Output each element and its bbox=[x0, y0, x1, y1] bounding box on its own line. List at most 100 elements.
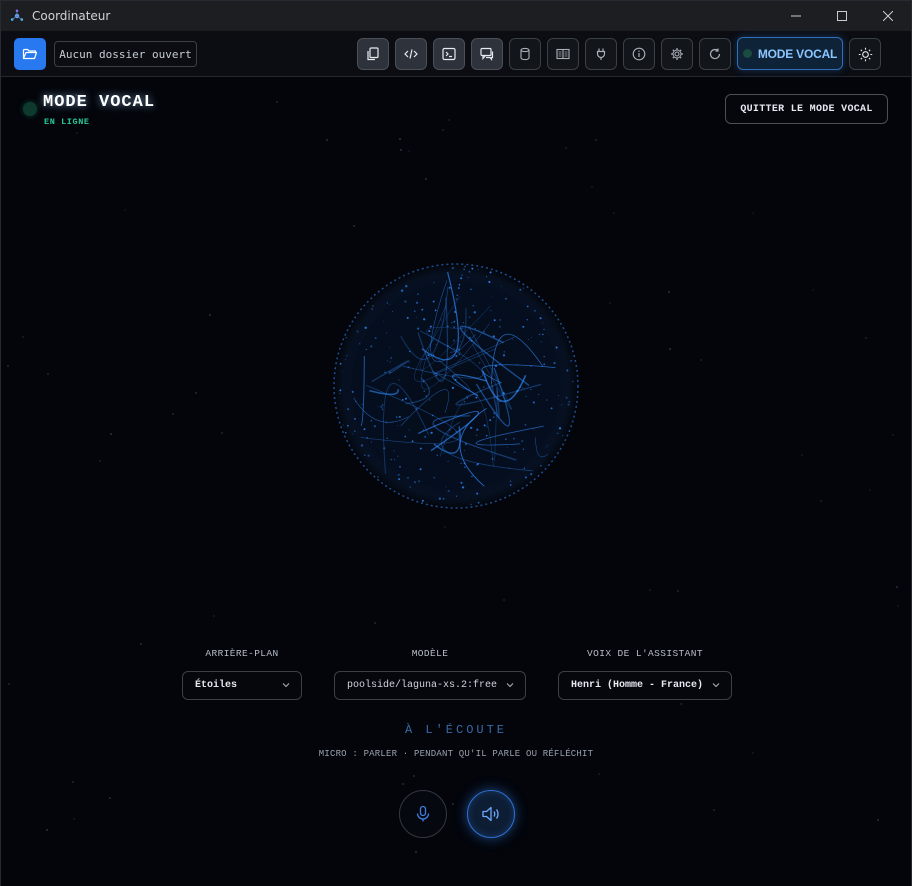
orb-particle bbox=[406, 316, 409, 319]
star bbox=[503, 599, 505, 601]
orb-particle bbox=[475, 434, 478, 437]
orb-particle bbox=[351, 433, 353, 435]
orb-particle bbox=[386, 332, 388, 334]
orb-particle bbox=[566, 369, 569, 372]
orb-particle bbox=[567, 403, 570, 406]
orb-particle bbox=[421, 308, 424, 311]
orb-particle bbox=[345, 337, 347, 339]
close-button[interactable] bbox=[865, 1, 911, 31]
book-icon bbox=[556, 48, 570, 60]
orb-particle bbox=[530, 337, 532, 339]
orb-particle bbox=[366, 437, 369, 439]
orb-particle bbox=[568, 401, 570, 403]
orb-particle bbox=[429, 325, 432, 328]
chat-button[interactable] bbox=[471, 38, 503, 70]
orb-particle bbox=[521, 440, 524, 443]
orb-particle bbox=[435, 374, 438, 377]
orb-particle bbox=[344, 431, 347, 434]
orb-particle bbox=[516, 364, 518, 366]
mode-vocal-toggle-button[interactable]: MODE VOCAL bbox=[737, 37, 843, 70]
orb-particle bbox=[454, 378, 457, 381]
orb-particle bbox=[522, 387, 524, 389]
orb-particle bbox=[470, 288, 472, 291]
orb-particle bbox=[345, 358, 346, 360]
star bbox=[213, 615, 215, 617]
code-button[interactable] bbox=[395, 38, 427, 70]
orb-particle bbox=[516, 390, 519, 392]
orb-particle bbox=[447, 489, 450, 493]
orb-particle bbox=[491, 385, 493, 387]
orb-particle bbox=[489, 271, 492, 274]
orb-particle bbox=[470, 339, 473, 342]
orb-particle bbox=[463, 462, 466, 465]
chevron-down-icon bbox=[282, 683, 290, 688]
star bbox=[680, 703, 682, 705]
orb-particle bbox=[432, 354, 435, 356]
orb-particle bbox=[491, 296, 493, 298]
orb-particle bbox=[471, 267, 474, 270]
orb-particle bbox=[522, 448, 525, 450]
star bbox=[595, 139, 597, 141]
orb-particle bbox=[561, 404, 563, 406]
orb-particle bbox=[448, 286, 451, 289]
orb-particle bbox=[388, 346, 390, 348]
orb-particle bbox=[397, 425, 399, 427]
star bbox=[752, 212, 754, 214]
orb-particle bbox=[354, 400, 356, 402]
star bbox=[820, 500, 822, 502]
copy-button[interactable] bbox=[357, 38, 389, 70]
orb-particle bbox=[476, 428, 479, 431]
voice-hint-text: MICRO : PARLER · PENDANT QU'IL PARLE OU … bbox=[318, 749, 594, 759]
star bbox=[877, 819, 879, 821]
speaker-button[interactable] bbox=[467, 790, 515, 838]
sun-icon bbox=[858, 47, 872, 61]
orb-particle bbox=[361, 403, 363, 406]
folder-path-field[interactable]: Aucun dossier ouvert bbox=[54, 41, 197, 67]
orb-particle bbox=[462, 322, 465, 324]
background-select[interactable]: Étoiles bbox=[182, 671, 302, 700]
microphone-button[interactable] bbox=[399, 790, 447, 838]
orb-particle bbox=[456, 294, 459, 297]
orb-particle bbox=[383, 447, 386, 450]
star bbox=[869, 489, 871, 491]
database-button[interactable] bbox=[509, 38, 541, 70]
orb-particle bbox=[455, 298, 458, 301]
maximize-button[interactable] bbox=[819, 1, 865, 31]
orb-particle bbox=[538, 333, 541, 336]
refresh-button[interactable] bbox=[699, 38, 731, 70]
orb-particle bbox=[422, 380, 425, 383]
orb-particle bbox=[523, 467, 526, 469]
orb-particle bbox=[386, 360, 388, 362]
book-button[interactable] bbox=[547, 38, 579, 70]
folder-open-icon bbox=[22, 48, 38, 60]
terminal-button[interactable] bbox=[433, 38, 465, 70]
orb-particle bbox=[483, 424, 486, 427]
orb-particle bbox=[470, 503, 472, 506]
assistant-voice-select[interactable]: Henri (Homme - France) bbox=[558, 671, 732, 700]
orb-particle bbox=[534, 310, 536, 312]
orb-particle bbox=[478, 361, 481, 364]
minimize-button[interactable] bbox=[773, 1, 819, 31]
terminal-icon bbox=[442, 47, 456, 61]
open-folder-button[interactable] bbox=[14, 38, 46, 70]
orb-particle bbox=[436, 454, 439, 457]
orb-particle bbox=[443, 452, 445, 454]
orb-particle bbox=[530, 365, 532, 367]
orb-particle bbox=[416, 327, 420, 330]
theme-toggle-button[interactable] bbox=[849, 38, 881, 70]
orb-particle bbox=[565, 396, 568, 399]
orb-particle bbox=[502, 354, 506, 357]
connection-status-text: EN LIGNE bbox=[44, 117, 90, 127]
orb-particle bbox=[367, 454, 370, 457]
settings-button[interactable] bbox=[661, 38, 693, 70]
model-select[interactable]: poolside/laguna-xs.2:free bbox=[334, 671, 526, 700]
orb-particle bbox=[464, 449, 465, 451]
orb-particle bbox=[413, 310, 416, 313]
orb-particle bbox=[419, 447, 422, 450]
orb-particle bbox=[455, 430, 458, 433]
orb-particle bbox=[396, 416, 398, 418]
info-button[interactable] bbox=[623, 38, 655, 70]
plug-button[interactable] bbox=[585, 38, 617, 70]
star bbox=[413, 775, 415, 777]
quit-voice-mode-button[interactable]: QUITTER LE MODE VOCAL bbox=[725, 94, 888, 124]
